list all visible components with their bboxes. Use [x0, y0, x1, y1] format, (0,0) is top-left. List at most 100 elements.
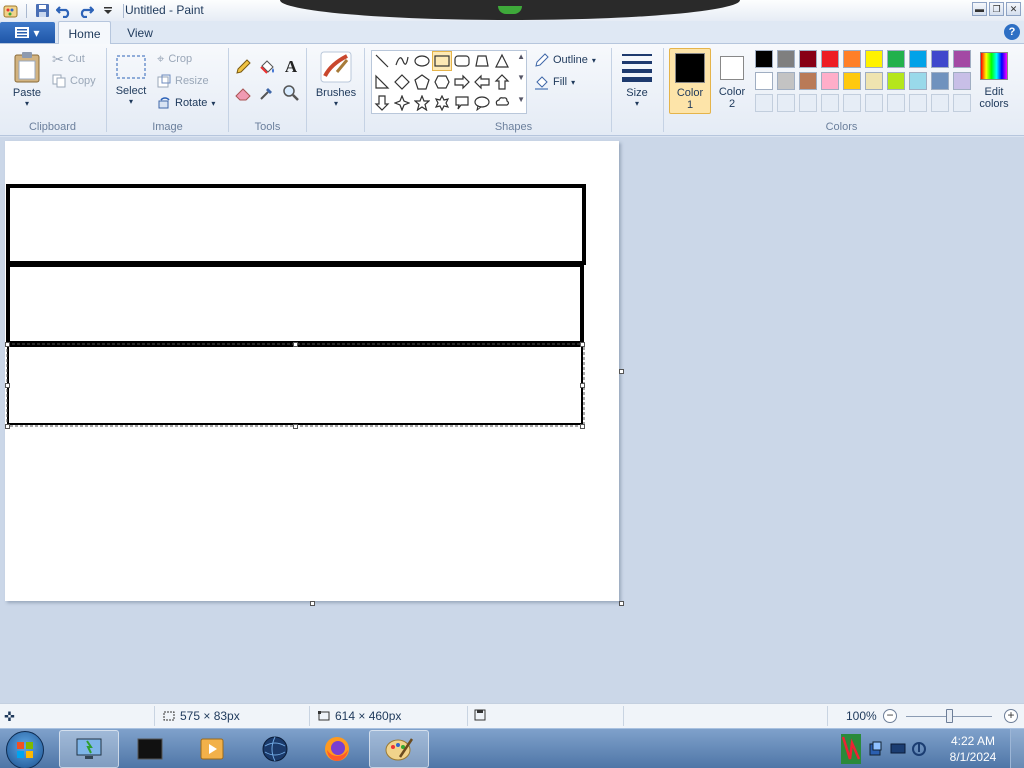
palette-color-swatch[interactable] — [799, 72, 817, 90]
fill-button[interactable]: Fill ▾ — [534, 73, 575, 91]
oval-callout-shape-icon[interactable] — [472, 93, 492, 113]
four-point-star-shape-icon[interactable] — [392, 93, 412, 113]
selection-handle[interactable] — [293, 342, 298, 347]
custom-color-slot[interactable] — [799, 94, 817, 112]
curve-shape-icon[interactable] — [392, 51, 412, 71]
redo-icon[interactable] — [77, 2, 95, 19]
brushes-button[interactable]: Brushes ▾ — [312, 50, 360, 108]
palette-color-swatch[interactable] — [931, 72, 949, 90]
custom-color-slot[interactable] — [755, 94, 773, 112]
cut-button[interactable]: ✂ Cut — [52, 50, 85, 68]
selection-handle[interactable] — [293, 424, 298, 429]
custom-color-slot[interactable] — [953, 94, 971, 112]
canvas-resize-handle-right[interactable] — [619, 369, 624, 374]
custom-color-slot[interactable] — [865, 94, 883, 112]
selection-handle[interactable] — [5, 383, 10, 388]
minimize-button[interactable]: ▬ — [972, 2, 987, 16]
tray-app-icon[interactable] — [840, 733, 862, 765]
palette-color-swatch[interactable] — [799, 50, 817, 68]
color-picker-icon[interactable] — [257, 83, 277, 103]
diamond-shape-icon[interactable] — [392, 72, 412, 92]
taskbar-media-player[interactable] — [182, 730, 242, 768]
shapes-scroll-up-icon[interactable]: ▲ — [517, 52, 525, 61]
line-shape-icon[interactable] — [372, 51, 392, 71]
canvas-work-area[interactable] — [0, 137, 1024, 703]
undo-icon[interactable] — [55, 2, 73, 19]
customize-qat-dropdown-icon[interactable] — [99, 2, 117, 19]
selection-handle[interactable] — [580, 342, 585, 347]
color-1-button[interactable]: Color 1 — [669, 48, 711, 114]
cloud-callout-shape-icon[interactable] — [492, 93, 512, 113]
taskbar-clock[interactable]: 4:22 AM 8/1/2024 — [940, 733, 1006, 765]
palette-color-swatch[interactable] — [931, 50, 949, 68]
shapes-expand-icon[interactable]: ▼ — [517, 95, 525, 104]
taskbar-globe-app[interactable] — [245, 730, 305, 768]
palette-color-swatch[interactable] — [777, 72, 795, 90]
oval-shape-icon[interactable] — [412, 51, 432, 71]
palette-color-swatch[interactable] — [953, 72, 971, 90]
selection-handle[interactable] — [5, 424, 10, 429]
selection-handle[interactable] — [580, 424, 585, 429]
magnifier-icon[interactable] — [281, 83, 301, 103]
left-arrow-shape-icon[interactable] — [472, 72, 492, 92]
palette-color-swatch[interactable] — [865, 50, 883, 68]
zoom-slider-thumb[interactable] — [946, 709, 953, 723]
custom-color-slot[interactable] — [909, 94, 927, 112]
six-point-star-shape-icon[interactable] — [432, 93, 452, 113]
save-icon[interactable] — [33, 2, 51, 19]
custom-color-slot[interactable] — [931, 94, 949, 112]
shapes-scroll-down-icon[interactable]: ▼ — [517, 73, 525, 82]
pentagon-shape-icon[interactable] — [412, 72, 432, 92]
palette-color-swatch[interactable] — [843, 50, 861, 68]
palette-color-swatch[interactable] — [843, 72, 861, 90]
custom-color-slot[interactable] — [887, 94, 905, 112]
canvas-resize-handle-corner[interactable] — [619, 601, 624, 606]
palette-color-swatch[interactable] — [755, 72, 773, 90]
tab-view[interactable]: View — [117, 21, 163, 45]
paint-app-icon[interactable] — [2, 2, 20, 19]
rectangle-shape-icon[interactable] — [432, 51, 452, 71]
palette-color-swatch[interactable] — [777, 50, 795, 68]
crop-button[interactable]: ⌖ Crop — [157, 50, 192, 68]
triangle-shape-icon[interactable] — [492, 51, 512, 71]
tray-display-icon[interactable] — [890, 742, 906, 756]
restore-button[interactable]: ❐ — [989, 2, 1004, 16]
tray-volume-icon[interactable] — [912, 741, 926, 757]
tab-home[interactable]: Home — [58, 21, 111, 45]
rounded-callout-shape-icon[interactable] — [452, 93, 472, 113]
selection-handle[interactable] — [580, 383, 585, 388]
taskbar-command-prompt[interactable] — [120, 730, 180, 768]
palette-color-swatch[interactable] — [821, 72, 839, 90]
color-2-button[interactable]: Color 2 — [713, 48, 751, 114]
taskbar-program-manager[interactable] — [59, 730, 119, 768]
size-button[interactable]: Size ▾ — [616, 50, 658, 108]
resize-button[interactable]: Resize — [157, 72, 209, 90]
five-point-star-shape-icon[interactable] — [412, 93, 432, 113]
right-triangle-shape-icon[interactable] — [372, 72, 392, 92]
rounded-rectangle-shape-icon[interactable] — [452, 51, 472, 71]
down-arrow-shape-icon[interactable] — [372, 93, 392, 113]
help-icon[interactable]: ? — [1004, 24, 1020, 40]
eraser-icon[interactable] — [233, 83, 253, 103]
copy-button[interactable]: Copy — [52, 72, 96, 90]
custom-color-slot[interactable] — [843, 94, 861, 112]
canvas-resize-handle-bottom[interactable] — [310, 601, 315, 606]
pencil-icon[interactable] — [233, 57, 253, 77]
palette-color-swatch[interactable] — [909, 50, 927, 68]
selection-marquee[interactable] — [6, 343, 585, 427]
close-button[interactable]: ✕ — [1006, 2, 1021, 16]
polygon-shape-icon[interactable] — [472, 51, 492, 71]
selection-handle[interactable] — [5, 342, 10, 347]
custom-color-slot[interactable] — [821, 94, 839, 112]
zoom-out-icon[interactable]: − — [883, 709, 897, 723]
text-tool-icon[interactable]: A — [281, 57, 301, 77]
paint-menu-button[interactable]: ▾ — [0, 22, 55, 43]
start-button[interactable] — [6, 731, 44, 768]
edit-colors-button[interactable]: Edit colors — [975, 48, 1013, 114]
drawing-canvas[interactable] — [5, 141, 619, 601]
palette-color-swatch[interactable] — [909, 72, 927, 90]
up-arrow-shape-icon[interactable] — [492, 72, 512, 92]
palette-color-swatch[interactable] — [821, 50, 839, 68]
rotate-button[interactable]: Rotate ▾ — [157, 94, 215, 112]
fill-bucket-icon[interactable] — [257, 57, 277, 77]
